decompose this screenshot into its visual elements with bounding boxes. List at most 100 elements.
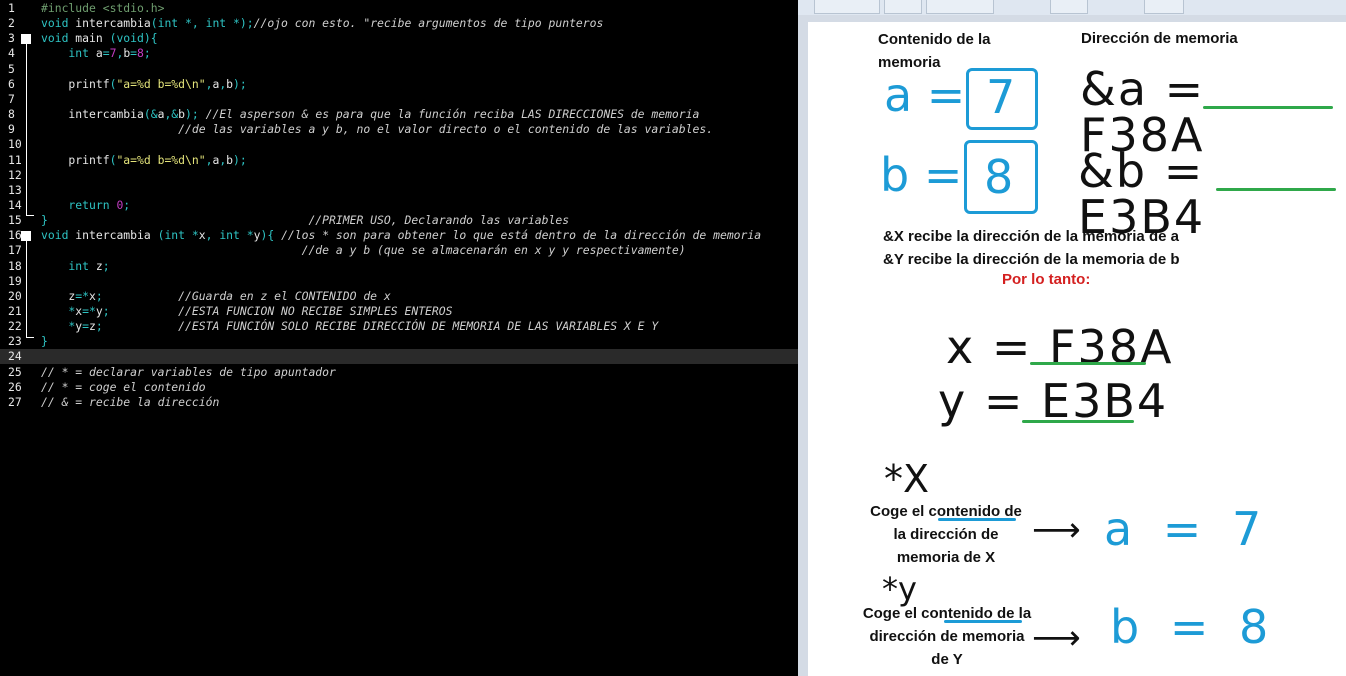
code-line[interactable]: 12 bbox=[0, 168, 798, 183]
code-token: printf bbox=[41, 76, 110, 91]
code-line[interactable]: 23} bbox=[0, 334, 798, 349]
code-line[interactable]: 21 *x=*y; //ESTA FUNCION NO RECIBE SIMPL… bbox=[0, 304, 798, 319]
code-line[interactable]: 15} //PRIMER USO, Declarando las variabl… bbox=[0, 213, 798, 228]
code-editor[interactable]: 1 #include <stdio.h> 2 void intercambia(int… bbox=[0, 0, 798, 676]
code-line[interactable]: 7 bbox=[0, 92, 798, 107]
line-number: 10 bbox=[8, 137, 22, 152]
x-receives: &X recibe la dirección de la memoria de … bbox=[883, 228, 1179, 245]
code-text: #include <stdio.h> bbox=[41, 1, 164, 16]
code-text: void main (void){ bbox=[41, 31, 158, 46]
code-token: = bbox=[102, 46, 110, 61]
code-text: int a=7,b=8; bbox=[41, 46, 151, 61]
code-token: 8 bbox=[137, 46, 144, 61]
toolbar-button[interactable] bbox=[1050, 0, 1088, 14]
code-token: ); bbox=[233, 76, 247, 91]
code-line[interactable]: 14 return 0; bbox=[0, 198, 798, 213]
fold-marker-icon[interactable] bbox=[21, 231, 31, 242]
code-text: // * = declarar variables de tipo apunta… bbox=[41, 365, 336, 380]
line-number: 8 bbox=[8, 107, 15, 122]
code-line[interactable]: 1 #include <stdio.h> bbox=[0, 1, 798, 16]
a-label: a = bbox=[884, 68, 966, 122]
code-line[interactable]: 11 printf("a=%d b=%d\n",a,b); bbox=[0, 153, 798, 168]
star-x-result: a = 7 bbox=[1104, 502, 1270, 556]
line-number: 20 bbox=[8, 288, 22, 303]
code-line[interactable]: 27 // & = recibe la dirección bbox=[0, 395, 798, 410]
y-equation: y = E3B4 bbox=[938, 374, 1169, 428]
code-line[interactable]: 18 int z; bbox=[0, 259, 798, 274]
line-number: 13 bbox=[8, 182, 22, 197]
code-line[interactable]: 24 bbox=[0, 349, 798, 365]
code-line[interactable]: 25 // * = declarar variables de tipo apun… bbox=[0, 365, 798, 380]
code-text: //de a y b (que se almacenarán en x y y … bbox=[41, 243, 686, 258]
code-token: z bbox=[41, 288, 76, 303]
code-token: ; bbox=[123, 197, 131, 212]
code-text: z=*x; //Guarda en z el CONTENIDO de x bbox=[41, 288, 391, 304]
a-value: 7 bbox=[986, 70, 1016, 124]
arrow-icon: ⟶ bbox=[1032, 618, 1081, 658]
code-line[interactable]: 5 bbox=[0, 62, 798, 77]
line-number: 22 bbox=[8, 319, 22, 334]
line-number: 12 bbox=[8, 167, 22, 182]
code-token: =* bbox=[75, 288, 90, 303]
code-text: void intercambia(int *, int *);//ojo con… bbox=[41, 16, 603, 31]
code-token: intercambia bbox=[75, 228, 158, 243]
code-token: x bbox=[198, 228, 206, 243]
code-line[interactable]: 19 bbox=[0, 274, 798, 289]
code-token: ){ bbox=[260, 228, 282, 243]
code-line[interactable]: 4 int a=7,b=8; bbox=[0, 46, 798, 61]
code-token: x bbox=[89, 288, 96, 303]
code-line[interactable]: 16 void intercambia (int *x, int *y){ //l… bbox=[0, 228, 798, 243]
code-token: //de a y b (que se almacenarán en x y y … bbox=[41, 243, 686, 258]
line-number: 21 bbox=[8, 304, 22, 318]
fold-marker-icon[interactable] bbox=[21, 34, 31, 45]
line-number: 2 bbox=[8, 16, 15, 31]
code-token: ; bbox=[143, 46, 151, 61]
code-line[interactable]: 10 bbox=[0, 137, 798, 152]
code-token: intercambia bbox=[41, 107, 144, 122]
code-text: //de las variables a y b, no el valor di… bbox=[41, 122, 713, 137]
code-line[interactable]: 6 printf("a=%d b=%d\n",a,b); bbox=[0, 77, 798, 92]
line-number: 15 bbox=[8, 213, 22, 228]
code-token: #include <stdio.h> bbox=[41, 1, 165, 15]
line-number: 27 bbox=[8, 394, 22, 409]
toolbar-button[interactable] bbox=[884, 0, 922, 14]
code-token: (int *, int *); bbox=[150, 16, 254, 31]
code-line[interactable]: 20 z=*x; //Guarda en z el CONTENIDO de x bbox=[0, 289, 798, 304]
code-token: //los * son para obtener lo que está den… bbox=[281, 228, 762, 243]
line-number: 17 bbox=[8, 243, 22, 258]
code-token: void bbox=[41, 31, 76, 46]
toolbar-button[interactable] bbox=[1144, 0, 1184, 14]
code-line[interactable]: 17 //de a y b (que se almacenarán en x y… bbox=[0, 243, 798, 258]
code-line[interactable]: 9 //de las variables a y b, no el valor … bbox=[0, 122, 798, 137]
therefore-label: Por lo tanto: bbox=[1002, 271, 1091, 288]
code-token: return bbox=[41, 197, 117, 212]
heading-address: Dirección de memoria bbox=[1081, 30, 1238, 47]
code-token: //El asperson & es para que la función r… bbox=[205, 107, 700, 122]
code-line[interactable]: 22 *y=z; //ESTA FUNCIÓN SOLO RECIBE DIRE… bbox=[0, 319, 798, 334]
code-line[interactable]: 13 bbox=[0, 183, 798, 198]
code-token: int bbox=[41, 258, 96, 273]
code-token: } bbox=[41, 213, 48, 228]
code-text: } //PRIMER USO, Declarando las variables bbox=[41, 213, 569, 228]
code-text: printf("a=%d b=%d\n",a,b); bbox=[41, 76, 247, 92]
code-token: z bbox=[89, 319, 96, 334]
toolbar-button[interactable] bbox=[814, 0, 880, 14]
code-line[interactable]: 3 void main (void){ bbox=[0, 31, 798, 46]
code-token: b bbox=[226, 152, 234, 167]
code-token: } bbox=[41, 334, 48, 349]
code-token: //Guarda en z el CONTENIDO de x bbox=[102, 288, 391, 303]
code-token: //PRIMER USO, Declarando las variables bbox=[47, 213, 570, 228]
code-token: intercambia bbox=[75, 16, 151, 31]
code-token: * bbox=[41, 319, 76, 334]
code-line[interactable]: 2 void intercambia(int *, int *);//ojo co… bbox=[0, 16, 798, 31]
code-token: //de las variables a y b, no el valor di… bbox=[41, 122, 714, 137]
drawing-canvas[interactable]: Contenido de la memoria Dirección de mem… bbox=[808, 22, 1346, 676]
code-line[interactable]: 8 intercambia(&a,&b); //El asperson & es… bbox=[0, 107, 798, 122]
code-token: ; bbox=[95, 319, 103, 334]
code-token: = bbox=[82, 319, 90, 334]
code-token: "a=%d b=%d\n" bbox=[116, 76, 206, 91]
toolbar-button[interactable] bbox=[926, 0, 994, 14]
code-line[interactable]: 26 // * = coge el contenido bbox=[0, 380, 798, 395]
underline bbox=[1030, 362, 1146, 365]
star-x: *X bbox=[884, 457, 930, 501]
